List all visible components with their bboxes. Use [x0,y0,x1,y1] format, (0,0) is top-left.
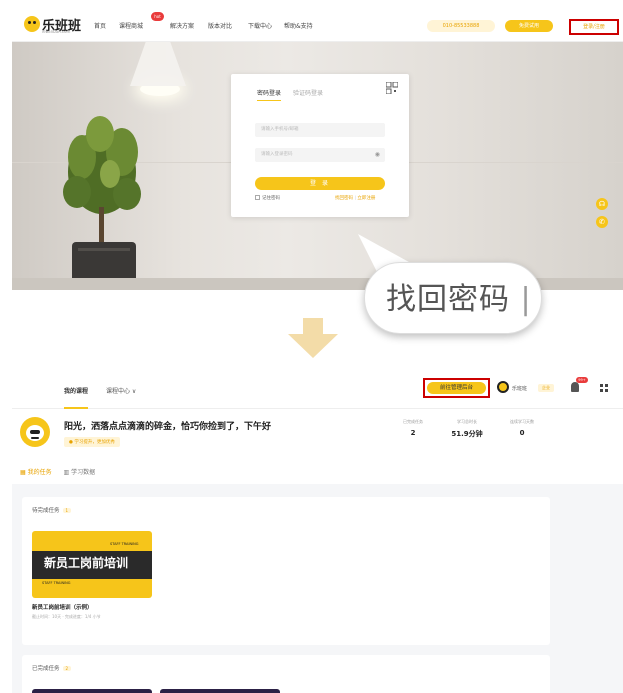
nav-help[interactable]: 帮助&支持 [284,21,313,30]
org-name[interactable]: 乐班班 [512,385,527,392]
headset-icon[interactable]: ☊ [596,198,608,210]
course-cover[interactable]: STAFF TRAINING 新员工岗前培训 STAFF TRAINING [32,531,152,598]
completed-course-cover[interactable] [32,689,152,693]
stat-label: 已完成任务 [403,419,423,424]
login-button[interactable]: 登 录 [255,177,385,190]
lamp-shade [130,42,186,86]
tab-my-tasks[interactable]: ▦ 我的任务 [20,469,52,476]
remember-password[interactable]: 记住密码 [255,195,280,201]
cover-en-top: STAFF TRAINING [110,542,139,546]
nav-solutions[interactable]: 解决方案 [170,21,194,30]
nav-version-compare[interactable]: 版本对比 [208,21,232,30]
profile-panel: 阳光，洒落点点滴滴的碎金，恰巧你捡到了，下午好 ● 学习提升，更加优秀 已完成任… [12,409,623,484]
logo-icon [24,16,40,32]
remember-checkbox[interactable] [255,195,260,200]
down-arrow-icon [288,318,338,358]
forgot-register-links: 找回密码 | 立即注册 [335,195,375,201]
tab-password-login[interactable]: 密码登录 [257,88,282,101]
stat-label: 连续学习天数 [510,419,534,424]
org-avatar[interactable] [497,381,509,393]
course-meta: 截止时间：10天 · 完成进度：1/4 小节 [32,614,101,619]
course-name[interactable]: 新员工岗前培训（示例） [32,603,93,611]
free-trial-button[interactable]: 免费试用 [505,20,553,32]
nav-course-mall[interactable]: 课程商城 [119,21,143,30]
login-register-link[interactable]: 登录/注册 [569,19,619,35]
nav-download[interactable]: 下载中心 [248,21,272,30]
plant-illustration [63,116,141,242]
bell-icon[interactable] [571,382,579,392]
stat-study-time: 学习总时长 51.9分钟 [447,419,487,439]
phone-number[interactable]: 010-85533888 [427,20,495,32]
stat-value: 51.9分钟 [451,430,483,438]
grid-icon[interactable] [600,384,608,392]
cover-title: 新员工岗前培训 [44,556,129,570]
completed-count: 2 [62,666,72,671]
stat-value: 2 [410,429,416,437]
stat-label: 学习总时长 [457,419,477,424]
login-page-screenshot: 乐班班 leban­ban.com 首页 课程商城 hot 解决方案 版本对比 … [12,8,623,290]
magnified-callout: 找回密码 | [358,234,542,334]
go-admin-button[interactable]: 前往管理后台 [427,382,486,394]
login-card: 密码登录 验证码登录 请输入手机号/邮箱 请输入登录密码 ◉ 登 录 记住密码 … [231,74,409,217]
stat-completed: 已完成任务 2 [393,419,433,437]
forgot-password-link[interactable]: 找回密码 [335,196,353,201]
stat-value: 0 [519,429,525,437]
admin-highlight: 前往管理后台 [423,378,490,398]
tab-study-data[interactable]: ▥ 学习数据 [64,469,96,476]
link-divider: | [354,196,356,201]
eye-icon[interactable]: ◉ [375,151,380,159]
pending-count: 1 [62,508,72,513]
pending-title: 待完成任务 1 [32,506,72,514]
nav-home[interactable]: 首页 [94,21,106,30]
tab-code-login[interactable]: 验证码登录 [293,88,323,97]
pending-tasks-card: 待完成任务 1 STAFF TRAINING 新员工岗前培训 STAFF TRAI… [22,497,550,645]
cover-en-bottom: STAFF TRAINING [42,581,71,585]
greeting-text: 阳光，洒落点点滴滴的碎金，恰巧你捡到了，下午好 [64,422,272,432]
phone-input[interactable]: 请输入手机号/邮箱 [255,123,385,137]
remember-label: 记住密码 [262,196,280,201]
bell-badge: 99+ [576,377,588,383]
magnified-forgot-password: 找回密码 | [386,282,532,317]
nav-my-courses[interactable]: 我的课程 [64,386,89,409]
register-link[interactable]: 立即注册 [357,196,375,201]
learner-home-screenshot: 我的课程 课程中心 ∨ 前往管理后台 乐班班 企业 99+ 阳光，洒落点点滴滴的… [12,367,623,693]
stat-streak: 连续学习天数 0 [502,419,542,437]
avatar[interactable] [20,417,50,447]
completed-tasks-card: 已完成任务 2 [22,655,550,693]
learner-nav: 我的课程 课程中心 ∨ 前往管理后台 乐班班 企业 99+ [12,367,623,409]
org-tag: 企业 [538,384,554,392]
completed-course-cover[interactable] [160,689,280,693]
qr-code-icon[interactable] [386,82,398,94]
content-tabs: ▦ 我的任务 ▥ 学习数据 [20,467,95,476]
password-input[interactable]: 请输入登录密码 ◉ [255,148,385,162]
completed-title: 已完成任务 2 [32,664,72,672]
top-nav: 乐班班 leban­ban.com 首页 课程商城 hot 解决方案 版本对比 … [12,8,623,42]
logo-subtext: leban­ban.com [42,29,71,34]
hot-badge: hot [151,12,164,21]
password-placeholder: 请输入登录密码 [261,152,293,157]
nav-course-center[interactable]: 课程中心 ∨ [106,386,136,395]
phone-icon[interactable]: ✆ [596,216,608,228]
motto-badge: ● 学习提升，更加优秀 [64,437,120,447]
